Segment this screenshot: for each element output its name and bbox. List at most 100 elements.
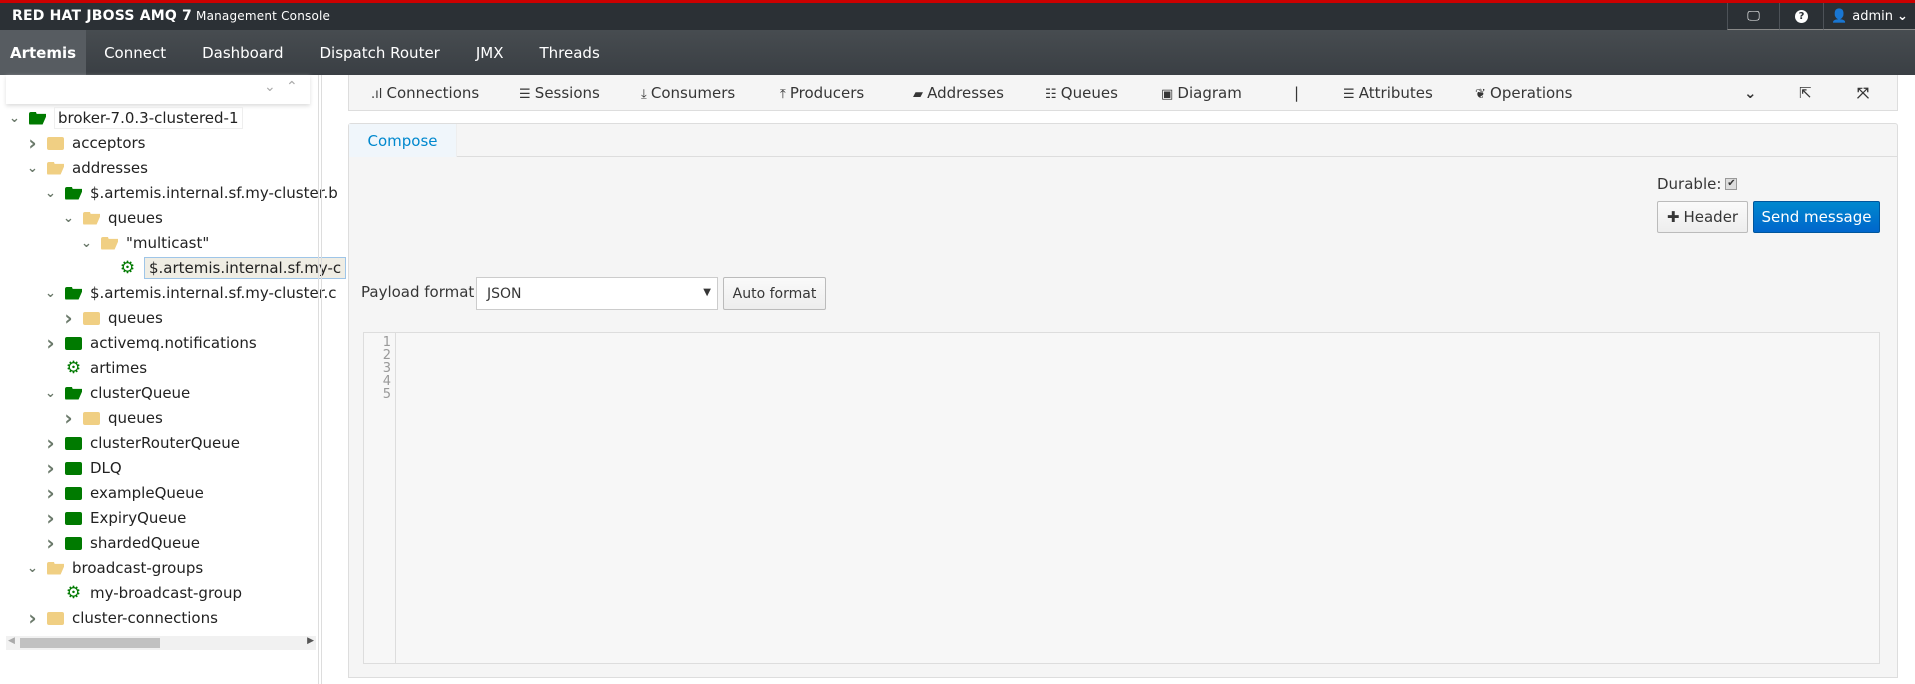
book-icon: ▰ (913, 87, 928, 102)
chevron-right-icon[interactable]: › (42, 331, 59, 355)
tree-node[interactable]: ⌄ $.artemis.internal.sf.my-cluster.b (42, 181, 338, 205)
gear-icon: ⚙ (119, 258, 136, 278)
download-icon: ⤓ (641, 87, 651, 102)
tab-compose[interactable]: Compose (349, 124, 457, 157)
chevron-down-icon[interactable]: ⌄ (24, 561, 41, 576)
tree-node[interactable]: ⌄ queues (60, 206, 163, 230)
auto-format-button[interactable]: Auto format (723, 277, 826, 310)
tree-node[interactable]: ⌄ addresses (24, 156, 148, 180)
tree-node[interactable]: ⌄ $.artemis.internal.sf.my-cluster.c (42, 281, 337, 305)
user-menu[interactable]: 👤 admin ⌄ (1823, 3, 1915, 30)
nav-dispatch-router[interactable]: Dispatch Router (301, 30, 457, 75)
leaf-icon: ❦ (1475, 87, 1491, 102)
tree-node[interactable]: › queues (60, 406, 162, 430)
brand-logo: RED HAT JBOSS AMQ 7 Management Console (12, 8, 331, 24)
add-header-button[interactable]: ✚ Header (1657, 201, 1748, 233)
tree-node[interactable]: › exampleQueue (42, 481, 204, 505)
expand-icon[interactable]: ⤧ (1857, 84, 1869, 102)
collapse-all-icon[interactable]: ⌄ (264, 79, 276, 95)
chevron-right-icon[interactable]: › (60, 306, 77, 330)
help-button[interactable]: ? (1779, 3, 1823, 30)
toolbar-producers[interactable]: ⤒ Producers (780, 84, 864, 102)
folder-open-icon (101, 236, 118, 250)
plus-icon: ✚ (1666, 208, 1680, 226)
nav-dashboard[interactable]: Dashboard (184, 30, 301, 75)
tree-node-label: activemq.notifications (90, 334, 257, 352)
nav-connect[interactable]: Connect (86, 30, 184, 75)
toolbar-queues[interactable]: ☷ Queues (1045, 84, 1118, 102)
tree-node-label: cluster-connections (72, 609, 218, 627)
gear-icon: ⚙ (65, 583, 82, 603)
chevron-right-icon[interactable]: › (42, 431, 59, 455)
tree-filter[interactable]: ⌄ ⌃ (6, 75, 310, 104)
main-nav: Artemis Connect Dashboard Dispatch Router JM… (0, 30, 1915, 75)
chevron-down-icon[interactable]: ⌄ (78, 236, 95, 251)
toolbar-consumers[interactable]: ⤓ Consumers (641, 84, 735, 102)
chevron-right-icon[interactable]: › (42, 456, 59, 480)
toolbar-connections[interactable]: .ıl Connections (371, 84, 479, 102)
expand-all-icon[interactable]: ⌃ (286, 79, 298, 95)
chevron-right-icon[interactable]: › (24, 606, 41, 630)
chevron-down-icon[interactable]: ⌄ (42, 286, 59, 301)
folder-icon (83, 311, 100, 325)
list-icon: ☷ (1045, 87, 1061, 102)
folder-icon (47, 611, 64, 625)
folder-open-icon (83, 211, 100, 225)
tree-node[interactable]: › shardedQueue (42, 531, 200, 555)
tree-node[interactable]: ⌄ "multicast" (78, 231, 209, 255)
tree-node[interactable]: ⚙ $.artemis.internal.sf.my-c (96, 256, 347, 280)
folder-icon (83, 411, 100, 425)
tree-horizontal-scrollbar[interactable]: ◀ ▶ (6, 636, 316, 650)
tree-node[interactable]: › acceptors (24, 131, 145, 155)
chevron-right-icon[interactable]: › (42, 481, 59, 505)
tree-node[interactable]: › clusterRouterQueue (42, 431, 240, 455)
monitor-button[interactable]: 🖵 (1727, 3, 1779, 30)
list-icon: ☰ (1343, 87, 1359, 102)
toolbar-attributes[interactable]: ☰ Attributes (1343, 84, 1433, 102)
toolbar-sessions[interactable]: ☰ Sessions (519, 84, 600, 102)
chevron-down-icon[interactable]: ⌄ (1744, 84, 1757, 102)
toolbar-addresses[interactable]: ▰ Addresses (913, 84, 1004, 102)
tree-node-label: clusterRouterQueue (90, 434, 240, 452)
durable-checkbox[interactable]: ✔ (1725, 178, 1738, 190)
nav-threads[interactable]: Threads (522, 30, 618, 75)
tree-node[interactable]: › queues (60, 306, 163, 330)
folder-open-icon (65, 186, 82, 200)
line-number: 5 (382, 387, 391, 402)
nav-artemis[interactable]: Artemis (0, 30, 87, 75)
tree-node-label: $.artemis.internal.sf.my-cluster.c (90, 284, 337, 302)
tree-node[interactable]: › activemq.notifications (42, 331, 257, 355)
folder-icon (65, 486, 82, 500)
tree-node[interactable]: › ExpiryQueue (42, 506, 186, 530)
toolbar-operations[interactable]: ❦ Operations (1475, 84, 1573, 102)
tree-node-label: exampleQueue (90, 484, 204, 502)
chevron-down-icon[interactable]: ⌄ (60, 211, 77, 226)
tree-node-label: artimes (90, 359, 148, 377)
chevron-right-icon[interactable]: › (60, 406, 77, 430)
payload-format-select[interactable]: JSON ▼ (476, 277, 718, 310)
payload-editor[interactable]: 12345 (363, 332, 1880, 664)
panel-splitter[interactable] (318, 75, 322, 684)
chevron-down-icon[interactable]: ⌄ (6, 111, 23, 126)
chevron-right-icon[interactable]: › (42, 531, 59, 555)
folder-icon (47, 136, 64, 150)
chevron-down-icon[interactable]: ⌄ (42, 386, 59, 401)
chevron-down-icon[interactable]: ⌄ (24, 161, 41, 176)
chevron-down-icon[interactable]: ⌄ (42, 186, 59, 201)
chevron-right-icon[interactable]: › (24, 131, 41, 155)
tree-node[interactable]: ⌄ broker-7.0.3-clustered-1 (6, 106, 243, 130)
tree-node[interactable]: › DLQ (42, 456, 121, 480)
tree-node-label: ExpiryQueue (90, 509, 187, 527)
chevron-down-icon: ⌄ (1897, 8, 1908, 24)
toolbar-diagram[interactable]: ▣ Diagram (1161, 84, 1242, 102)
tree-node[interactable]: ⌄ clusterQueue (42, 381, 190, 405)
tree-node[interactable]: ⚙ artimes (42, 356, 147, 380)
chevron-right-icon[interactable]: › (42, 506, 59, 530)
tree-node-label: queues (108, 309, 163, 327)
share-icon[interactable]: ⇱ (1799, 84, 1812, 102)
tree-node[interactable]: ⌄ broadcast-groups (24, 556, 203, 580)
send-message-button[interactable]: Send message (1753, 201, 1880, 233)
nav-jmx[interactable]: JMX (458, 30, 522, 75)
tree-node[interactable]: ⚙ my-broadcast-group (42, 581, 242, 605)
tree-node[interactable]: › cluster-connections (24, 606, 218, 630)
